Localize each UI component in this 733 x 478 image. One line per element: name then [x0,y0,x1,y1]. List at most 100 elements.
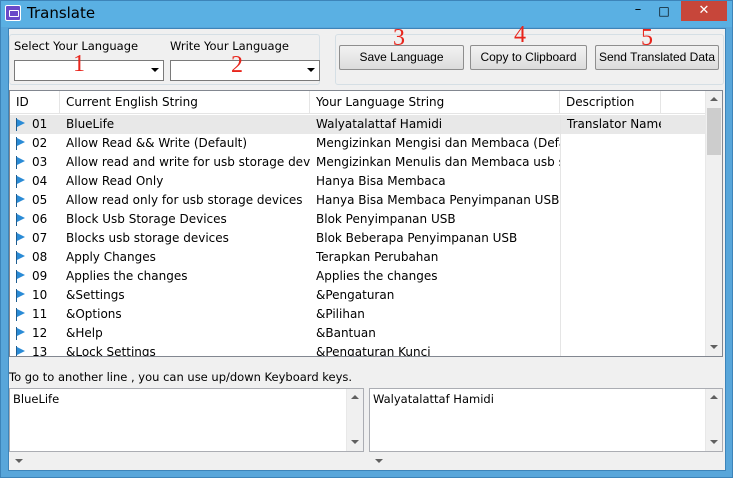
column-header-id[interactable]: ID [10,91,60,114]
row-english-string[interactable]: Allow Read Only [60,172,310,191]
translate-window: Translate – □ ✕ Select Your Language Wri… [0,0,733,478]
table-row[interactable]: 10 &Settings &Pengaturan [10,286,707,305]
maximize-button[interactable]: □ [651,1,677,21]
write-language-label: Write Your Language [170,39,289,53]
row-language-string[interactable]: &Bantuan [310,324,560,343]
row-description[interactable] [560,267,661,286]
row-english-string[interactable]: Allow read and write for usb storage dev… [60,153,310,172]
flag-icon [16,251,27,264]
row-language-string[interactable]: Mengizinkan Menulis dan Membaca usb st..… [310,153,560,172]
table-row[interactable]: 09 Applies the changes Applies the changes [10,267,707,286]
table-row[interactable]: 11 &Options &Pilihan [10,305,707,324]
row-language-string[interactable]: &Pilihan [310,305,560,324]
close-button[interactable]: ✕ [681,1,727,21]
english-editor-scrollbar[interactable] [346,389,363,451]
flag-icon [16,289,27,302]
column-header-description[interactable]: Description [560,91,661,114]
row-english-string[interactable]: &Lock Settings [60,343,310,356]
table-row[interactable]: 04 Allow Read Only Hanya Bisa Membaca [10,172,707,191]
scroll-thumb[interactable] [707,108,721,155]
row-english-string[interactable]: &Help [60,324,310,343]
flag-icon [16,156,27,169]
row-id: 11 [32,307,48,321]
send-translated-data-button[interactable]: Send Translated Data [595,45,719,70]
row-english-string[interactable]: Block Usb Storage Devices [60,210,310,229]
select-language-combo[interactable] [14,60,164,81]
table-row[interactable]: 13 &Lock Settings &Pengaturan Kunci [10,343,707,356]
row-language-string[interactable]: Applies the changes [310,267,560,286]
annotation-2: 2 [231,52,243,78]
flag-icon [16,118,27,131]
row-english-string[interactable]: Apply Changes [60,248,310,267]
table-row[interactable]: 05 Allow read only for usb storage device… [10,191,707,210]
row-id: 07 [32,231,48,245]
row-language-string[interactable]: &Pengaturan [310,286,560,305]
row-description[interactable] [560,248,661,267]
row-description[interactable] [560,286,661,305]
row-english-string[interactable]: Allow read only for usb storage devices [60,191,310,210]
bottom-scroll-area[interactable] [369,453,724,470]
flag-icon [16,327,27,340]
row-language-string[interactable]: Blok Beberapa Penyimpanan USB [310,229,560,248]
table-row[interactable]: 03 Allow read and write for usb storage d… [10,153,707,172]
scroll-up-icon[interactable] [706,91,722,108]
row-description[interactable] [560,229,661,248]
row-english-string[interactable]: BlueLife [60,115,310,134]
flag-icon [16,213,27,226]
scroll-down-icon[interactable] [706,434,722,451]
row-language-string[interactable]: Walyatalattaf Hamidi [310,115,560,134]
grid-vertical-scrollbar[interactable] [705,91,722,356]
copy-to-clipboard-button[interactable]: Copy to Clipboard [470,45,587,70]
table-row[interactable]: 07 Blocks usb storage devices Blok Beberap… [10,229,707,248]
column-header-language[interactable]: Your Language String [310,91,560,114]
flag-icon [16,346,27,356]
language-text-editor[interactable]: Walyatalattaf Hamidi [369,388,723,452]
row-language-string[interactable]: Hanya Bisa Membaca Penyimpanan USB [310,191,560,210]
row-language-string[interactable]: Blok Penyimpanan USB [310,210,560,229]
bottom-left-scroll-area[interactable] [9,453,27,470]
table-row[interactable]: 01 BlueLife Walyatalattaf Hamidi Translator… [10,115,707,134]
row-english-string[interactable]: Blocks usb storage devices [60,229,310,248]
row-english-string[interactable]: Allow Read && Write (Default) [60,134,310,153]
flag-icon [16,232,27,245]
row-description[interactable] [560,324,661,343]
annotation-4: 4 [514,22,526,48]
row-id: 10 [32,288,48,302]
row-language-string[interactable]: Terapkan Perubahan [310,248,560,267]
row-id: 03 [32,155,48,169]
scroll-up-icon[interactable] [706,389,722,406]
row-english-string[interactable]: Applies the changes [60,267,310,286]
row-language-string[interactable]: Mengizinkan Mengisi dan Membaca (Defa... [310,134,560,153]
row-description[interactable] [560,210,661,229]
scroll-down-icon[interactable] [347,434,363,451]
english-text-editor[interactable]: BlueLife [9,388,364,452]
row-description[interactable] [560,153,661,172]
row-english-string[interactable]: &Settings [60,286,310,305]
scroll-down-icon[interactable] [371,453,387,470]
row-english-string[interactable]: &Options [60,305,310,324]
table-row[interactable]: 06 Block Usb Storage Devices Blok Penyimpa… [10,210,707,229]
write-language-combo[interactable] [170,60,320,81]
app-icon [5,5,21,21]
table-row[interactable]: 02 Allow Read && Write (Default) Mengizink… [10,134,707,153]
annotation-5: 5 [641,25,653,51]
row-description[interactable] [560,343,661,356]
minimize-button[interactable]: – [625,1,651,21]
chevron-down-icon [151,68,159,72]
row-description[interactable] [560,172,661,191]
row-description[interactable]: Translator Name [560,115,661,134]
language-editor-scrollbar[interactable] [705,389,722,451]
row-description[interactable] [560,134,661,153]
scroll-down-icon[interactable] [11,453,27,470]
scroll-down-icon[interactable] [706,339,722,356]
language-group: Select Your Language Write Your Language [9,34,320,85]
title-bar[interactable]: Translate – □ ✕ [1,1,732,27]
column-header-english[interactable]: Current English String [60,91,310,114]
row-language-string[interactable]: Hanya Bisa Membaca [310,172,560,191]
row-language-string[interactable]: &Pengaturan Kunci [310,343,560,356]
table-row[interactable]: 08 Apply Changes Terapkan Perubahan [10,248,707,267]
table-row[interactable]: 12 &Help &Bantuan [10,324,707,343]
row-description[interactable] [560,191,661,210]
row-description[interactable] [560,305,661,324]
scroll-up-icon[interactable] [347,389,363,406]
